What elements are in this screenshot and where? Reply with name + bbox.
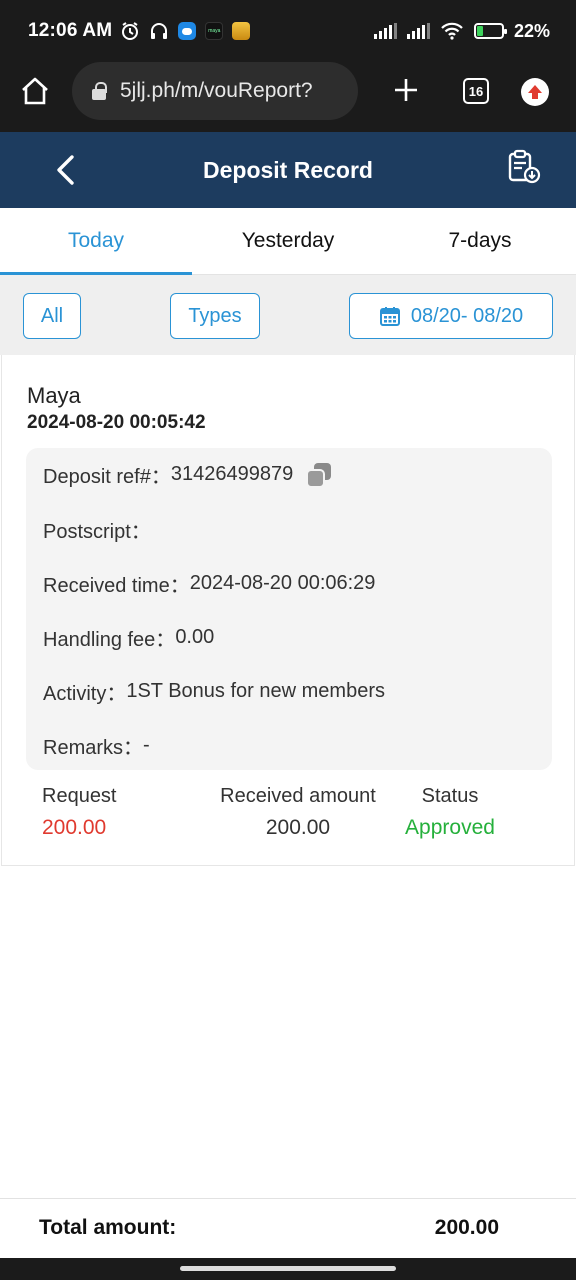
messenger-app-icon [178, 22, 197, 40]
filter-bar: All Types 08/20- 08/20 [0, 275, 576, 355]
deposit-ref-row: Deposit ref#： 31426499879 [43, 460, 333, 489]
tab-yesterday[interactable]: Yesterday [192, 208, 384, 274]
signal-2-icon [406, 23, 430, 39]
amount-summary: Request 200.00 Received amount 200.00 St… [2, 785, 576, 855]
request-label: Request [42, 785, 117, 807]
remarks-row: Remarks： - [43, 731, 150, 760]
filter-types-button[interactable]: Types [170, 293, 260, 339]
record-details: Deposit ref#： 31426499879 Postscript： Re… [26, 448, 552, 770]
date-range-label: 08/20- 08/20 [410, 304, 524, 327]
handling-fee-label: Handling fee： [43, 629, 176, 651]
headset-icon [149, 21, 169, 41]
activity-value: 1ST Bonus for new members [126, 680, 385, 702]
copy-icon[interactable] [305, 461, 333, 489]
tab-7-days[interactable]: 7-days [384, 208, 576, 274]
total-bar: Total amount: 200.00 [0, 1198, 576, 1258]
received-amount-label: Received amount [220, 785, 376, 807]
battery-icon [473, 23, 507, 39]
request-value: 200.00 [42, 816, 107, 839]
battery-percent: 22% [513, 20, 550, 41]
app-header: Deposit Record [0, 132, 576, 208]
date-range-button[interactable]: 08/20- 08/20 [349, 293, 553, 339]
url-text: 5jlj.ph/m/vouReport? [120, 79, 313, 102]
browser-toolbar: 5jlj.ph/m/vouReport? 16 [0, 62, 576, 132]
status-time: 12:06 AM [28, 20, 113, 41]
tab-today[interactable]: Today [0, 208, 192, 275]
home-gesture-bar[interactable] [180, 1266, 396, 1271]
home-icon[interactable] [20, 76, 50, 106]
lock-icon [92, 82, 107, 100]
url-bar[interactable]: 5jlj.ph/m/vouReport? [72, 62, 358, 120]
system-nav-bar [0, 1258, 576, 1280]
update-icon[interactable] [521, 78, 549, 106]
received-time-value: 2024-08-20 00:06:29 [189, 572, 376, 594]
filter-all-button[interactable]: All [23, 293, 81, 339]
deposit-ref-value: 31426499879 [170, 463, 294, 485]
total-value: 200.00 [434, 1216, 499, 1239]
received-amount-value: 200.00 [265, 816, 331, 839]
deposit-record-card: Maya 2024-08-20 00:05:42 Deposit ref#： 3… [1, 355, 575, 866]
postscript-row: Postscript： [43, 515, 151, 544]
status-bar: 12:06 AM maya 22% [0, 0, 576, 62]
clipboard-download-icon[interactable] [505, 148, 543, 186]
received-time-label: Received time： [43, 575, 190, 597]
record-datetime: 2024-08-20 00:05:42 [27, 412, 206, 433]
game-app-icon [232, 22, 251, 40]
page-title: Deposit Record [203, 157, 373, 183]
calendar-icon [379, 305, 401, 327]
payment-channel: Maya [27, 383, 81, 408]
postscript-label: Postscript： [43, 521, 151, 543]
status-column: Status Approved [398, 785, 502, 840]
handling-fee-value: 0.00 [175, 626, 215, 648]
remarks-label: Remarks： [43, 737, 144, 759]
activity-label: Activity： [43, 683, 127, 705]
maya-app-icon: maya [205, 22, 224, 40]
tab-switcher-button[interactable]: 16 [463, 78, 489, 104]
status-label: Status [421, 785, 479, 807]
wifi-icon [440, 21, 464, 41]
alarm-icon [120, 21, 140, 41]
handling-fee-row: Handling fee： 0.00 [43, 623, 214, 652]
date-tabs: Today Yesterday 7-days [0, 208, 576, 275]
status-badge: Approved [405, 816, 495, 839]
deposit-ref-label: Deposit ref#： [43, 466, 171, 488]
new-tab-icon[interactable] [392, 76, 420, 104]
received-amount-column: Received amount 200.00 [208, 785, 388, 840]
received-time-row: Received time： 2024-08-20 00:06:29 [43, 569, 375, 598]
request-column: Request 200.00 [42, 785, 117, 840]
activity-row: Activity： 1ST Bonus for new members [43, 677, 385, 706]
remarks-value: - [143, 734, 150, 756]
total-label: Total amount: [39, 1216, 177, 1239]
signal-1-icon [373, 23, 397, 39]
